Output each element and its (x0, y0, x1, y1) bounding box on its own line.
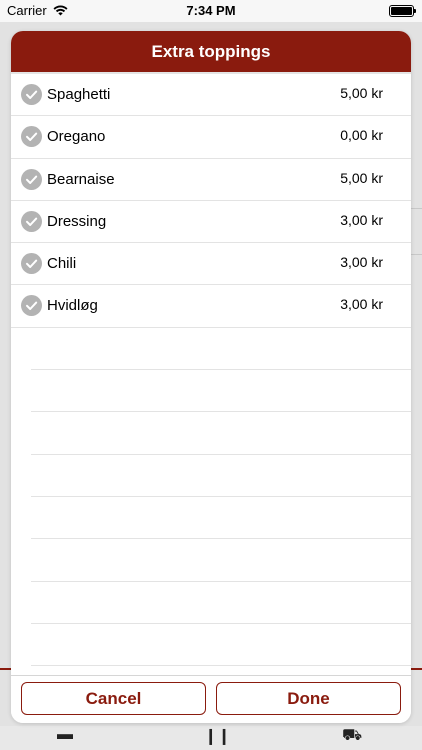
empty-row (31, 539, 411, 582)
topping-price: 3,00 kr (340, 254, 383, 271)
topping-row-dressing[interactable]: Dressing 3,00 kr (11, 201, 411, 244)
topping-name: Oregano (47, 128, 106, 146)
empty-row (31, 328, 411, 371)
topping-price: 3,00 kr (340, 211, 383, 228)
pause-tab-icon: ❙❙ (204, 728, 231, 745)
checkmark-icon[interactable] (21, 168, 42, 190)
topping-name: Chili (47, 255, 77, 273)
topping-name: Spaghetti (47, 86, 111, 103)
topping-name: Dressing (47, 212, 107, 230)
empty-row (31, 412, 411, 455)
topping-price: 0,00 kr (340, 127, 383, 144)
checkmark-icon[interactable] (21, 253, 42, 275)
toppings-list[interactable]: Spaghetti 5,00 kr Oregano 0,00 kr Bearna… (11, 74, 411, 678)
modal-header: Extra toppings (11, 31, 411, 72)
menu-tab-icon: ▬ (57, 726, 73, 743)
modal-title: Extra toppings (151, 41, 271, 61)
background-divider (410, 208, 422, 209)
background-divider (410, 254, 422, 255)
clock: 7:34 PM (186, 3, 236, 18)
extra-toppings-modal: Extra toppings Spaghetti 5,00 kr Oregano… (11, 31, 411, 723)
empty-row (31, 497, 411, 540)
topping-name: Hvidløg (47, 297, 98, 315)
topping-price: 5,00 kr (340, 169, 383, 186)
checkmark-icon[interactable] (21, 126, 42, 148)
empty-row (31, 370, 411, 413)
topping-name: Bearnaise (47, 170, 115, 188)
topping-row-spaghetti[interactable]: Spaghetti 5,00 kr (11, 74, 411, 117)
cart-tab-icon: ⛟ (342, 727, 363, 744)
cancel-button[interactable]: Cancel (21, 682, 206, 715)
checkmark-icon[interactable] (21, 210, 42, 232)
battery-icon (389, 5, 416, 17)
topping-row-oregano[interactable]: Oregano 0,00 kr (11, 116, 411, 159)
topping-row-chili[interactable]: Chili 3,00 kr (11, 243, 411, 286)
empty-row (31, 582, 411, 624)
status-bar: Carrier 7:34 PM (0, 0, 422, 22)
topping-price: 3,00 kr (340, 296, 383, 313)
empty-row (31, 624, 411, 667)
topping-price: 5,00 kr (340, 85, 383, 101)
empty-row (31, 455, 411, 497)
done-button[interactable]: Done (216, 682, 401, 715)
checkmark-icon[interactable] (21, 295, 42, 317)
background-tab-bar: ▬ ❙❙ ⛟ (0, 726, 422, 750)
topping-row-hvidlog[interactable]: Hvidløg 3,00 kr (11, 285, 411, 328)
checkmark-icon[interactable] (21, 84, 42, 105)
topping-row-bearnaise[interactable]: Bearnaise 5,00 kr (11, 159, 411, 201)
modal-footer: Cancel Done (11, 675, 411, 723)
